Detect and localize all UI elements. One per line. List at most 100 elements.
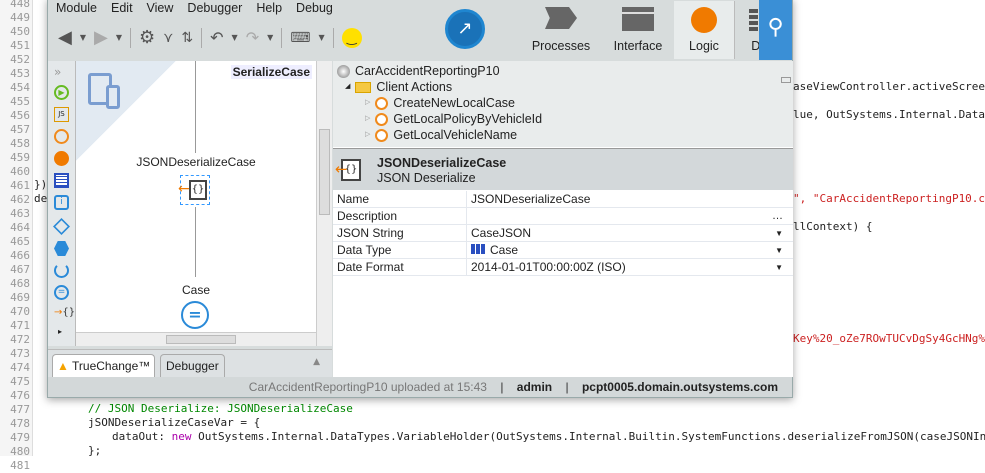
interface-icon (622, 7, 654, 31)
ellipsis-icon[interactable]: … (772, 208, 783, 225)
assign-node[interactable]: = (181, 301, 209, 329)
horizontal-scrollbar[interactable] (76, 332, 316, 346)
chevron-down-icon: ▼ (775, 263, 783, 272)
gear-icon[interactable]: ⚙ (139, 27, 155, 48)
smiley-icon[interactable]: ‿ (341, 27, 362, 48)
menu-view[interactable]: View (147, 1, 174, 15)
tree-scrollbar[interactable] (779, 61, 793, 147)
assign-icon[interactable]: = (54, 285, 69, 300)
chevron-down-icon[interactable]: ▼ (318, 33, 324, 42)
tree-item[interactable]: ▷ GetLocalVehicleName (365, 127, 517, 143)
line-number: 452 (10, 53, 30, 66)
tab-debugger[interactable]: Debugger (160, 354, 225, 378)
line-number: 458 (10, 137, 30, 150)
code-line: // JSON Deserialize: JSONDeserializeCase (88, 402, 353, 415)
entity-icon (471, 244, 485, 254)
upload-status: CarAccidentReportingP10 uploaded at 15:4… (248, 380, 487, 394)
undo-icon[interactable]: ↶ (210, 28, 223, 47)
line-number: 449 (10, 11, 30, 24)
processes-icon (545, 7, 577, 29)
line-number: 464 (10, 221, 30, 234)
line-number: 457 (10, 123, 30, 136)
tab-logic[interactable]: Logic (674, 1, 734, 59)
start-icon[interactable]: ▶ (54, 85, 69, 100)
flow-canvas[interactable]: SerializeCase JSONDeserializeCase {} ← Ca… (76, 61, 316, 346)
code-fragment: }) (34, 178, 48, 191)
tab-truechange[interactable]: ▲ TrueChange™ (52, 354, 156, 378)
element-name: JSONDeserializeCase (377, 156, 507, 170)
code-fragment: llContext) { (793, 220, 873, 233)
search-button[interactable]: ⚲ (759, 0, 792, 60)
menu-debug[interactable]: Debug (296, 1, 333, 15)
run-server-action-icon[interactable] (54, 151, 69, 166)
collapsed-icon: ▷ (365, 131, 371, 138)
tree-item[interactable]: ▷ CreateNewLocalCase (365, 95, 515, 111)
description-input[interactable]: … (467, 208, 793, 224)
code-fragment: Key%20_oZe7ROwTUCvDgSy4GcHNg% (793, 332, 985, 345)
data-type-select[interactable]: Case ▼ (467, 242, 793, 258)
line-number: 481 (10, 459, 30, 472)
server-name: pcpt0005.domain.outsystems.com (581, 380, 778, 394)
line-number: 479 (10, 431, 30, 444)
chevron-down-icon[interactable]: ▼ (232, 33, 238, 42)
collapsed-icon: ▷ (365, 99, 371, 106)
run-client-action-icon[interactable] (54, 129, 69, 144)
forward-icon[interactable]: ▶ (94, 27, 108, 48)
menu-edit[interactable]: Edit (111, 1, 133, 15)
line-number: 461 (10, 179, 30, 192)
menu-help[interactable]: Help (256, 1, 282, 15)
line-number: 465 (10, 235, 30, 248)
publish-icon[interactable]: ⇅ (181, 30, 193, 46)
tab-interface[interactable]: Interface (602, 1, 674, 59)
service-studio-window: Module Edit View Debugger Help Debug ◀ ▼ … (47, 0, 793, 398)
line-number: 460 (10, 165, 30, 178)
if-icon[interactable] (53, 218, 70, 235)
menu-module[interactable]: Module (56, 1, 97, 15)
merge-icon[interactable]: ⋎ (163, 30, 173, 46)
element-type: JSON Deserialize (377, 171, 476, 185)
aggregate-icon[interactable] (54, 173, 69, 188)
name-input[interactable]: JSONDeserializeCase (467, 191, 793, 207)
tree-root[interactable]: CarAccidentReportingP10 (337, 63, 500, 79)
line-number: 471 (10, 319, 30, 332)
tree-folder-client-actions[interactable]: ◢ Client Actions (345, 79, 452, 95)
chevron-down-icon: ▼ (775, 229, 783, 238)
javascript-icon[interactable]: JS (54, 107, 69, 122)
json-string-select[interactable]: CaseJSON ▼ (467, 225, 793, 241)
more-icon[interactable]: ▸ (58, 327, 73, 342)
message-icon[interactable]: i (54, 195, 69, 210)
for-each-icon[interactable] (54, 263, 69, 278)
line-number: 451 (10, 39, 30, 52)
node-label: Case (181, 283, 210, 297)
node-label: JSONDeserializeCase (136, 155, 256, 169)
redo-icon[interactable]: ↷ (246, 28, 259, 47)
line-number: 466 (10, 249, 30, 262)
expand-icon[interactable]: » (54, 65, 69, 80)
switch-icon[interactable] (54, 241, 69, 256)
chevron-down-icon[interactable]: ▼ (267, 33, 273, 42)
separator (130, 27, 131, 48)
back-icon[interactable]: ◀ (58, 27, 72, 48)
menu-debugger[interactable]: Debugger (187, 1, 242, 15)
vertical-scrollbar[interactable] (316, 61, 332, 346)
date-format-select[interactable]: 2014-01-01T00:00:00Z (ISO) ▼ (467, 259, 793, 275)
tree-item[interactable]: ▷ GetLocalPolicyByVehicleId (365, 111, 542, 127)
property-row-date-format: Date Format 2014-01-01T00:00:00Z (ISO) ▼ (333, 259, 793, 276)
line-number: 469 (10, 291, 30, 304)
toolbox: » ▶ JS i = →{} ▸ (48, 61, 76, 346)
chevron-down-icon[interactable]: ▼ (116, 33, 122, 42)
publish-button[interactable]: ↗ (445, 9, 485, 49)
line-number: 470 (10, 305, 30, 318)
keyboard-icon[interactable]: ⌨ (290, 30, 310, 46)
flow-title: SerializeCase (230, 65, 312, 79)
line-number: 478 (10, 417, 30, 430)
arrow-icon: ← (335, 160, 348, 178)
expand-panel-icon[interactable]: ▲ (313, 357, 320, 367)
json-deserialize-node[interactable]: {} ← (178, 175, 210, 205)
separator (281, 27, 283, 48)
json-deserialize-icon[interactable]: →{} (54, 307, 75, 322)
expanded-icon: ◢ (345, 83, 351, 90)
line-number: 448 (10, 0, 30, 10)
tab-processes[interactable]: Processes (520, 1, 602, 59)
chevron-down-icon[interactable]: ▼ (80, 33, 86, 42)
